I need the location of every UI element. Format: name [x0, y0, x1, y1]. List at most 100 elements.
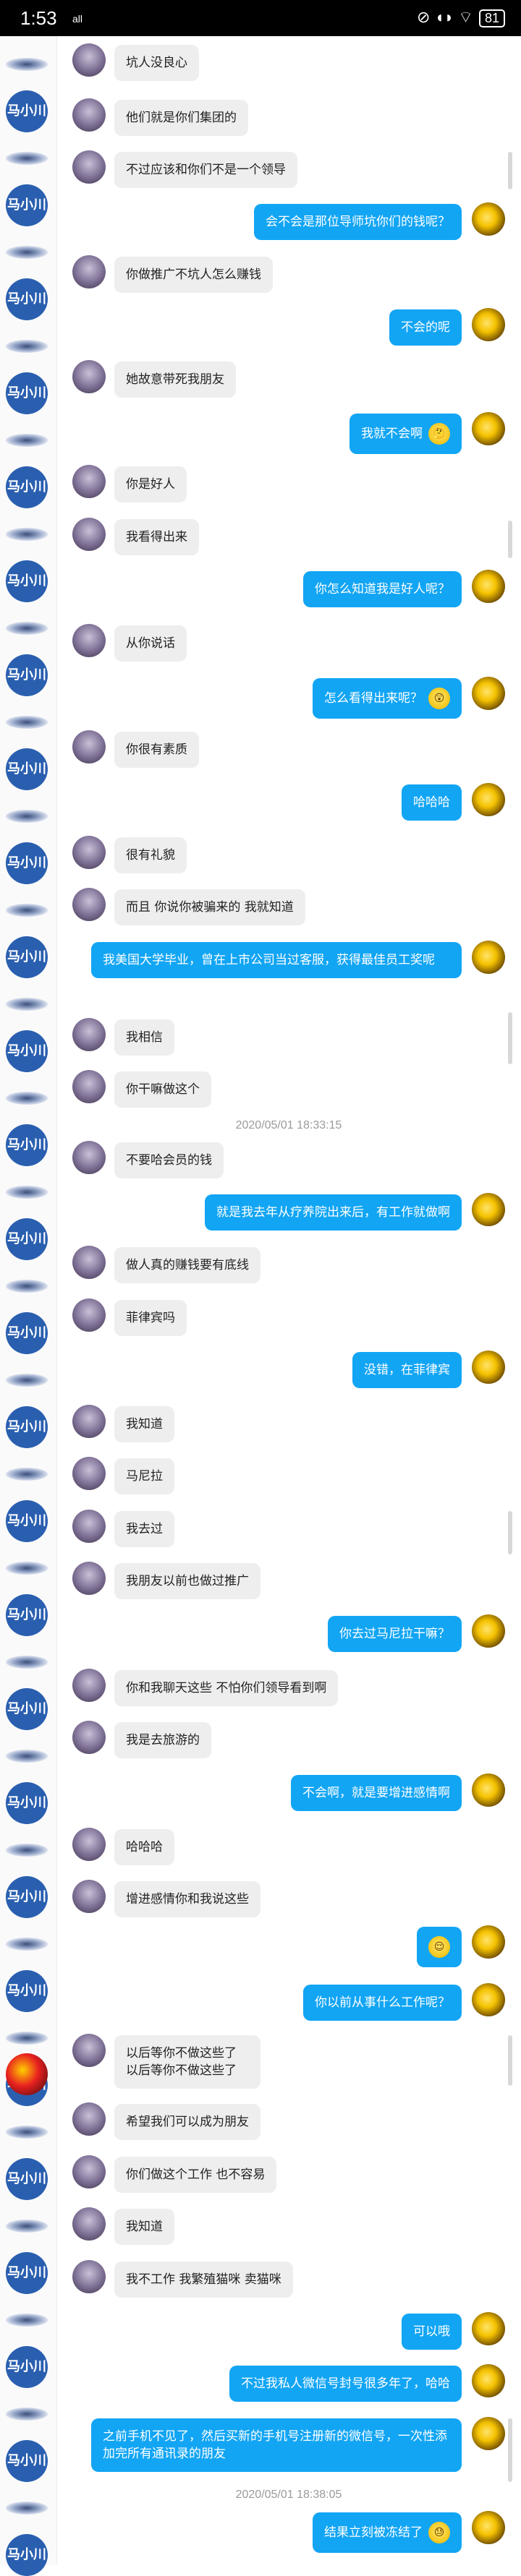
message-bubble[interactable]: 我相信	[114, 1019, 174, 1056]
my-avatar[interactable]	[472, 1351, 505, 1384]
message-bubble[interactable]: 很有礼貌	[114, 837, 187, 873]
sidebar-item-swirl[interactable]	[6, 1186, 48, 1199]
sidebar-item-contact[interactable]: 马小川	[6, 1782, 48, 1824]
sidebar-item-swirl[interactable]	[6, 1750, 48, 1763]
message-bubble[interactable]: 哈哈哈	[402, 784, 462, 821]
sidebar-item-contact[interactable]: 马小川	[6, 1688, 48, 1730]
scrollbar-segment[interactable]	[508, 2035, 512, 2086]
message-bubble[interactable]: 之前手机不见了，然后买新的手机号注册新的微信号，一次性添加完所有通讯录的朋友	[91, 2418, 462, 2472]
contact-avatar[interactable]	[72, 1828, 106, 1861]
message-bubble[interactable]: 马尼拉	[114, 1458, 174, 1494]
contact-avatar[interactable]	[72, 1721, 106, 1754]
message-bubble[interactable]: 就是我去年从疗养院出来后，有工作就做啊	[205, 1194, 462, 1231]
message-bubble[interactable]: 你干嘛做这个	[114, 1071, 211, 1108]
message-bubble[interactable]: 我朋友以前也做过推广	[114, 1563, 260, 1599]
contact-avatar[interactable]	[72, 2207, 106, 2241]
contact-avatar[interactable]	[72, 43, 106, 77]
message-bubble[interactable]: 做人真的赚钱要有底线	[114, 1247, 260, 1283]
sidebar-item-swirl[interactable]	[6, 1656, 48, 1669]
scrollbar-segment[interactable]	[508, 152, 512, 189]
message-bubble[interactable]: 我是去旅游的	[114, 1722, 211, 1758]
sidebar-item-contact[interactable]: 马小川	[6, 936, 48, 978]
sidebar-item-swirl[interactable]	[6, 716, 48, 729]
message-bubble[interactable]: 不要哈会员的钱	[114, 1142, 224, 1178]
conversation-sidebar[interactable]: 马小川 马小川 马小川 马小川 马小川 马小川 马小川 马小川 马小川 马小川 马小川 马小川 马小川马…	[0, 36, 57, 2576]
contact-avatar[interactable]	[72, 730, 106, 763]
sidebar-item-swirl[interactable]	[6, 1280, 48, 1293]
message-bubble[interactable]: 不会的呢	[389, 309, 462, 346]
my-avatar[interactable]	[472, 677, 505, 710]
contact-avatar[interactable]	[72, 1562, 106, 1595]
sidebar-item-contact[interactable]: 马小川	[6, 2534, 48, 2576]
sidebar-item-contact[interactable]: 马小川	[6, 278, 48, 320]
scrollbar-segment[interactable]	[508, 1511, 512, 1554]
message-bubble[interactable]: 哈哈哈	[114, 1829, 174, 1865]
message-bubble[interactable]: 你怎么知道我是好人呢？	[303, 571, 462, 607]
sidebar-item-contact[interactable]: 马小川	[6, 2346, 48, 2388]
my-avatar[interactable]	[472, 1193, 505, 1226]
contact-avatar[interactable]	[72, 624, 106, 657]
contact-avatar[interactable]	[72, 1070, 106, 1103]
scrollbar-segment[interactable]	[508, 1012, 512, 1064]
message-bubble[interactable]: 你以前从事什么工作呢？	[303, 1985, 462, 2021]
my-avatar[interactable]	[472, 1614, 505, 1648]
message-bubble[interactable]: 😌	[417, 1927, 462, 1967]
message-bubble[interactable]: 我看得出来	[114, 519, 199, 555]
sidebar-item-contact[interactable]: 马小川	[6, 1876, 48, 1918]
sidebar-item-contact[interactable]: 马小川	[6, 1030, 48, 1072]
sidebar-item-swirl[interactable]	[6, 528, 48, 541]
message-bubble[interactable]: 我美国大学毕业，曾在上市公司当过客服，获得最佳员工奖呢	[91, 942, 462, 978]
sidebar-item-contact[interactable]: 马小川	[6, 1124, 48, 1166]
my-avatar[interactable]	[472, 1983, 505, 2016]
my-avatar[interactable]	[472, 2364, 505, 2397]
contact-avatar[interactable]	[72, 98, 106, 132]
message-bubble[interactable]: 你很有素质	[114, 732, 199, 768]
message-bubble[interactable]: 我知道	[114, 1406, 174, 1442]
message-bubble[interactable]: 以后等你不做这些了 以后等你不做这些了	[114, 2035, 260, 2089]
scrollbar-segment[interactable]	[508, 2418, 512, 2482]
message-bubble[interactable]: 坑人没良心	[114, 45, 199, 81]
contact-avatar[interactable]	[72, 2102, 106, 2136]
message-bubble[interactable]: 你是好人	[114, 466, 187, 502]
sidebar-item-swirl[interactable]	[6, 152, 48, 165]
sidebar-item-swirl[interactable]	[6, 622, 48, 635]
message-bubble[interactable]: 你做推广不坑人怎么赚钱	[114, 257, 273, 293]
contact-avatar[interactable]	[72, 150, 106, 184]
contact-avatar[interactable]	[72, 1457, 106, 1490]
sidebar-item-contact[interactable]: 马小川	[6, 1406, 48, 1448]
contact-avatar[interactable]	[72, 1510, 106, 1543]
sidebar-item-swirl[interactable]	[6, 1844, 48, 1857]
contact-avatar[interactable]	[72, 255, 106, 288]
contact-avatar[interactable]	[72, 360, 106, 393]
sidebar-item-swirl[interactable]	[6, 434, 48, 447]
my-avatar[interactable]	[472, 2417, 505, 2450]
my-avatar[interactable]	[472, 1925, 505, 1959]
sidebar-item-contact[interactable]: 马小川	[6, 184, 48, 226]
sidebar-item-contact[interactable]: 马小川	[6, 560, 48, 602]
sidebar-item-swirl[interactable]	[6, 340, 48, 353]
sidebar-item-swirl[interactable]	[6, 998, 48, 1011]
sidebar-item-swirl[interactable]	[6, 2032, 48, 2045]
sidebar-item-swirl[interactable]	[6, 810, 48, 823]
sidebar-item-contact[interactable]: 马小川	[6, 748, 48, 790]
sidebar-item-swirl[interactable]	[6, 2408, 48, 2421]
my-avatar[interactable]	[472, 783, 505, 816]
message-bubble[interactable]: 可以哦	[402, 2314, 462, 2350]
sidebar-item-contact[interactable]: 马小川	[6, 2440, 48, 2482]
scrollbar-segment[interactable]	[508, 521, 512, 558]
my-avatar[interactable]	[472, 2312, 505, 2345]
my-avatar[interactable]	[472, 570, 505, 603]
sidebar-item-swirl[interactable]	[6, 1468, 48, 1481]
message-bubble[interactable]: 从你说话	[114, 625, 187, 662]
message-bubble[interactable]: 希望我们可以成为朋友	[114, 2104, 260, 2140]
sidebar-item-contact[interactable]: 马小川	[6, 1970, 48, 2012]
contact-avatar[interactable]	[72, 518, 106, 551]
contact-avatar[interactable]	[72, 1246, 106, 1279]
contact-avatar[interactable]	[72, 2034, 106, 2067]
contact-avatar[interactable]	[72, 1405, 106, 1438]
sidebar-item-swirl[interactable]	[6, 58, 48, 71]
message-bubble[interactable]: 她故意带死我朋友	[114, 361, 236, 398]
my-avatar[interactable]	[472, 202, 505, 236]
message-bubble[interactable]: 没错，在菲律宾	[352, 1352, 462, 1388]
my-avatar[interactable]	[472, 941, 505, 974]
